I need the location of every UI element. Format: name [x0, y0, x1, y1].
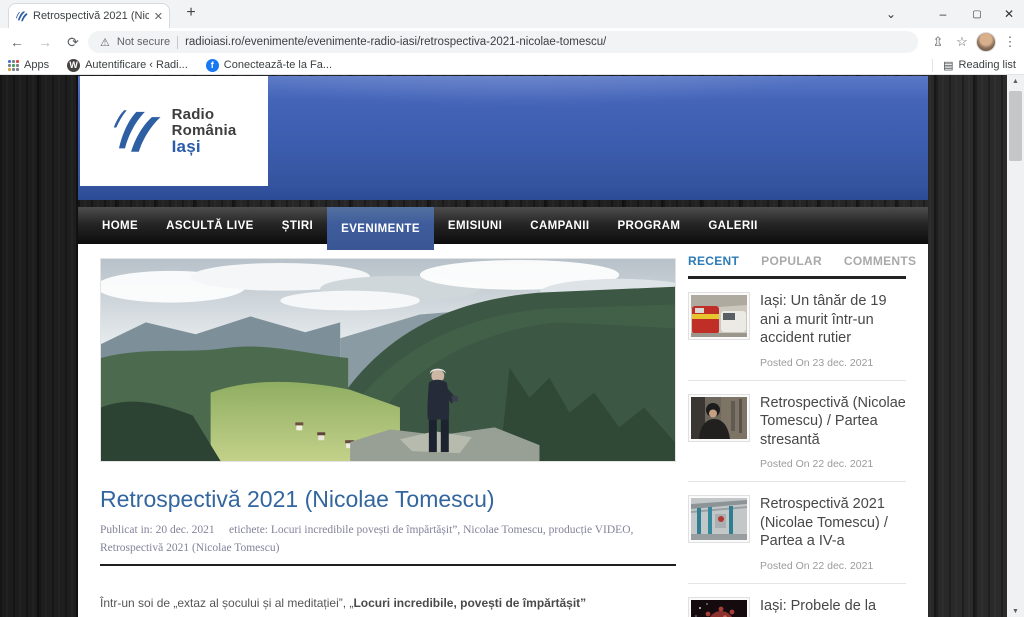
article-column: Retrospectivă 2021 (Nicolae Tomescu) Pub…: [100, 244, 676, 610]
radio-romania-favicon-icon: [15, 10, 28, 23]
facebook-icon: f: [206, 59, 219, 72]
nav-item-galerii[interactable]: GALERII: [694, 207, 771, 244]
forward-button[interactable]: →: [34, 31, 56, 53]
page-scrollbar[interactable]: ▲ ▼: [1007, 75, 1024, 617]
bookmark-apps[interactable]: Apps: [8, 59, 49, 71]
thumbnail-person-winter[interactable]: [688, 394, 750, 442]
radio-romania-logo-icon: [112, 103, 164, 159]
browser-window: Retrospectivă 2021 (Nicolae Tom ✕ + ⌄ – …: [0, 0, 1024, 617]
nav-item-program[interactable]: PROGRAM: [603, 207, 694, 244]
list-item[interactable]: Iași: Un tânăr de 19 ani a murit într-un…: [688, 279, 906, 381]
scroll-up-icon[interactable]: ▲: [1007, 75, 1024, 87]
article-body: Într-un soi de „extaz al șocului și al m…: [100, 596, 676, 610]
tab-close-icon[interactable]: ✕: [154, 10, 163, 23]
article-title: Retrospectivă 2021 (Nicolae Tomescu): [100, 486, 676, 513]
browser-tab[interactable]: Retrospectivă 2021 (Nicolae Tom ✕: [8, 3, 170, 28]
bookmark-label: Autentificare ‹ Radi...: [85, 59, 188, 71]
reading-list-icon: ▤: [943, 59, 953, 72]
list-item-date: Posted On 22 dec. 2021: [760, 458, 906, 470]
share-icon[interactable]: ⇫: [928, 32, 948, 52]
reading-list-button[interactable]: ▤ Reading list: [932, 59, 1016, 72]
wordpress-icon: W: [67, 59, 80, 72]
bookmark-label: Conectează-te la Fa...: [224, 59, 332, 71]
list-item-title[interactable]: Iași: Un tânăr de 19 ani a murit într-un…: [760, 292, 906, 348]
scroll-down-icon[interactable]: ▼: [1007, 605, 1024, 617]
list-item-title[interactable]: Iași: Probele de la două persoane suspec…: [760, 597, 906, 617]
article-hero-image: [100, 258, 676, 462]
tab-title: Retrospectivă 2021 (Nicolae Tom: [33, 10, 149, 22]
nav-item-campanii[interactable]: CAMPANII: [516, 207, 603, 244]
list-item-date: Posted On 23 dec. 2021: [760, 357, 906, 369]
logo-line1: Radio: [172, 107, 237, 123]
browser-menu-icon[interactable]: ⋮: [1000, 32, 1020, 52]
tab-comments[interactable]: COMMENTS: [833, 254, 927, 268]
browser-toolbar: ← → ⟳ ⚠ Not secure radioiasi.ro/evenimen…: [0, 28, 1024, 56]
site-logo[interactable]: Radio România Iași: [80, 76, 268, 186]
tab-popular[interactable]: POPULAR: [750, 254, 833, 268]
tab-bar: Retrospectivă 2021 (Nicolae Tom ✕ + ⌄ – …: [0, 0, 1024, 28]
profile-avatar[interactable]: [976, 32, 996, 52]
bookmarks-bar: Apps W Autentificare ‹ Radi... f Conecte…: [0, 56, 1024, 75]
article-body-text: Într-un soi de „extaz al șocului și al m…: [100, 596, 353, 610]
article-body-bold: Locuri incredibile, povești de împărtăși…: [353, 596, 586, 610]
page-content: Retrospectivă 2021 (Nicolae Tomescu) Pub…: [78, 244, 928, 617]
site-wrapper: Radio România Iași HOME ASCULTĂ LIVE ȘTI…: [78, 76, 928, 617]
window-chevron-icon[interactable]: ⌄: [876, 0, 906, 28]
page-viewport: Radio România Iași HOME ASCULTĂ LIVE ȘTI…: [0, 75, 1007, 617]
window-close-button[interactable]: ✕: [994, 0, 1024, 28]
bookmark-star-icon[interactable]: ☆: [952, 32, 972, 52]
not-secure-warning-icon[interactable]: ⚠: [100, 36, 110, 49]
bookmark-wordpress[interactable]: W Autentificare ‹ Radi...: [67, 59, 188, 72]
nav-item-home[interactable]: HOME: [88, 207, 152, 244]
reading-list-label: Reading list: [959, 59, 1016, 71]
security-label: Not secure: [117, 36, 170, 48]
list-item[interactable]: Iași: Probele de la două persoane suspec…: [688, 584, 906, 617]
address-bar-divider: [177, 36, 178, 49]
apps-grid-icon: [8, 60, 19, 71]
list-item-title[interactable]: Retrospectivă 2021 (Nicolae Tomescu) / P…: [760, 495, 906, 551]
nav-item-asculta-live[interactable]: ASCULTĂ LIVE: [152, 207, 268, 244]
list-item-date: Posted On 22 dec. 2021: [760, 560, 906, 572]
list-item-title[interactable]: Retrospectivă (Nicolae Tomescu) / Partea…: [760, 394, 906, 450]
sidebar-tabs: RECENT POPULAR COMMENTS: [688, 244, 906, 279]
nav-item-emisiuni[interactable]: EMISIUNI: [434, 207, 516, 244]
list-item[interactable]: Retrospectivă 2021 (Nicolae Tomescu) / P…: [688, 482, 906, 584]
window-maximize-button[interactable]: ▢: [962, 0, 992, 28]
logo-line3: Iași: [172, 139, 237, 155]
bookmark-label: Apps: [24, 59, 49, 71]
sidebar: RECENT POPULAR COMMENTS: [688, 244, 906, 617]
site-header: Radio România Iași: [78, 76, 928, 200]
nav-item-evenimente[interactable]: EVENIMENTE: [327, 207, 434, 250]
bookmark-facebook[interactable]: f Conectează-te la Fa...: [206, 59, 332, 72]
thumbnail-coronavirus[interactable]: [688, 597, 750, 617]
tab-recent[interactable]: RECENT: [688, 254, 750, 268]
reload-button[interactable]: ⟳: [62, 31, 84, 53]
article-published: Publicat in: 20 dec. 2021: [100, 524, 215, 536]
list-item[interactable]: Retrospectivă (Nicolae Tomescu) / Partea…: [688, 381, 906, 483]
url-text[interactable]: radioiasi.ro/evenimente/evenimente-radio…: [185, 36, 606, 48]
back-button[interactable]: ←: [6, 31, 28, 53]
window-minimize-button[interactable]: –: [928, 0, 958, 28]
thumbnail-ambulance[interactable]: [688, 292, 750, 340]
new-tab-button[interactable]: +: [180, 4, 202, 22]
nav-item-stiri[interactable]: ȘTIRI: [268, 207, 327, 244]
scrollbar-thumb[interactable]: [1009, 91, 1022, 161]
address-bar[interactable]: ⚠ Not secure radioiasi.ro/evenimente/eve…: [88, 31, 918, 53]
article-meta: Publicat in: 20 dec. 2021 etichete: Locu…: [100, 522, 676, 558]
thumbnail-structure[interactable]: [688, 495, 750, 543]
article-divider: [100, 564, 676, 566]
main-navigation: HOME ASCULTĂ LIVE ȘTIRI EVENIMENTE EMISI…: [78, 207, 928, 244]
